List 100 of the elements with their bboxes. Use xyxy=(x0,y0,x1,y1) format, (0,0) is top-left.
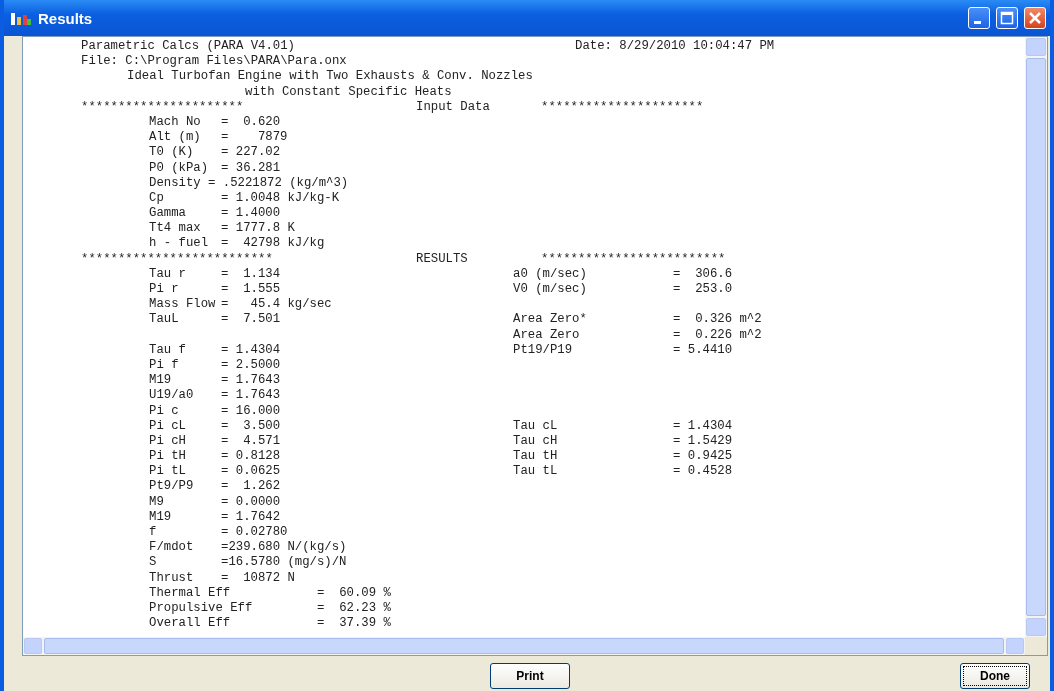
parameter-value: =239.680 N/(kg/s) xyxy=(221,540,347,556)
parameter-value: = 0.326 m^2 xyxy=(673,312,762,328)
dialog-button[interactable]: Print xyxy=(490,663,570,689)
parameter-label: Pi cH xyxy=(149,433,186,450)
parameter-value: = 62.23 % xyxy=(317,600,391,617)
parameter-value: = 4.571 xyxy=(221,433,281,450)
parameter-label: M19 xyxy=(149,373,172,389)
window-title: Results xyxy=(38,9,94,27)
parameter-value: = 3.500 xyxy=(221,418,281,434)
parameter-value: = 1.7642 xyxy=(221,509,281,525)
parameter-value: = 0.9425 xyxy=(673,449,733,465)
parameter-value: = 7.501 xyxy=(221,312,281,328)
star-rule: ************************* xyxy=(541,251,726,267)
parameter-value: = 1.4304 xyxy=(673,418,733,434)
parameter-value: = 306.6 xyxy=(673,266,733,282)
parameter-label: Pi c xyxy=(149,403,179,419)
parameter-value: = 0.8128 xyxy=(221,449,281,465)
parameter-label: Cp xyxy=(149,190,164,207)
minimize-button[interactable] xyxy=(968,7,990,29)
parameter-value: = 1.0048 kJ/kg-K xyxy=(221,190,340,207)
parameter-value: = 42798 kJ/kg xyxy=(221,236,325,252)
parameter-label: Pi tH xyxy=(149,449,186,465)
parameter-label: U19/a0 xyxy=(149,388,194,404)
parameter-value: = 1.7643 xyxy=(221,373,281,389)
horizontal-scrollbar[interactable] xyxy=(23,637,1025,655)
report-heading: Parametric Calcs (PARA V4.01) xyxy=(81,39,295,55)
parameter-label: Thermal Eff xyxy=(149,585,231,601)
parameter-label: Area Zero xyxy=(513,327,580,343)
parameter-value: = 2.5000 xyxy=(221,357,281,374)
parameter-value: = 0.226 m^2 xyxy=(673,327,762,343)
parameter-label: T0 (K) xyxy=(149,145,194,161)
parameter-label: Pi f xyxy=(149,357,179,374)
parameter-label: Pt9/P9 xyxy=(149,479,194,495)
parameter-value: = 1777.8 K xyxy=(221,221,295,237)
parameter-value: = 36.281 xyxy=(221,160,281,176)
parameter-label: Mass Flow xyxy=(149,297,216,313)
parameter-label: a0 (m/sec) xyxy=(513,266,587,282)
parameter-value: = 1.134 xyxy=(221,266,281,282)
parameter-label: Pi cL xyxy=(149,418,186,434)
parameter-value: =16.5780 (mg/s)/N xyxy=(221,555,347,571)
parameter-value: = 0.0000 xyxy=(221,494,281,510)
file-path: File: C:\Program Files\PARA\Para.onx xyxy=(81,54,347,70)
parameter-value: = 0.620 xyxy=(221,114,281,131)
parameter-label: F/mdot xyxy=(149,540,194,556)
parameter-label: Tau cL xyxy=(513,418,558,434)
parameter-value: = 0.4528 xyxy=(673,464,733,480)
parameter-value: = 60.09 % xyxy=(317,585,391,601)
parameter-label: Gamma xyxy=(149,206,186,222)
dialog-button[interactable]: Done xyxy=(960,663,1030,689)
parameter-value: = 227.02 xyxy=(221,145,281,161)
parameter-label: Tau tH xyxy=(513,449,558,465)
star-rule: ************************** xyxy=(81,251,273,267)
parameter-label: Mach No xyxy=(149,114,201,131)
parameter-label: f xyxy=(149,525,157,541)
parameter-label: V0 (m/sec) xyxy=(513,282,587,298)
parameter-value: = 0.0625 xyxy=(221,464,281,480)
parameter-value: = 1.5429 xyxy=(673,433,733,450)
maximize-button[interactable] xyxy=(996,7,1018,29)
parameter-value: = 1.555 xyxy=(221,282,281,298)
parameter-value: = 1.4304 xyxy=(221,342,281,358)
parameter-label: P0 (kPa) xyxy=(149,160,209,176)
star-rule: ********************** xyxy=(541,99,704,115)
parameter-label: M19 xyxy=(149,509,172,525)
report-date: Date: 8/29/2010 10:04:47 PM xyxy=(575,39,775,55)
parameter-label: M9 xyxy=(149,494,164,510)
report-subtitle: with Constant Specific Heats xyxy=(245,84,452,100)
parameter-label: Pi tL xyxy=(149,464,186,480)
star-rule: ********************** xyxy=(81,99,244,115)
close-button[interactable] xyxy=(1024,7,1046,29)
parameter-label: Propulsive Eff xyxy=(149,600,253,617)
parameter-value: = 0.02780 xyxy=(221,525,288,541)
parameter-label: Tt4 max xyxy=(149,221,201,237)
parameter-value: = 1.4000 xyxy=(221,206,281,222)
section-title: Input Data xyxy=(416,99,490,115)
parameter-label: S xyxy=(149,555,157,571)
parameter-value: = 1.262 xyxy=(221,479,281,495)
parameter-label: Alt (m) xyxy=(149,130,201,146)
vertical-scrollbar[interactable] xyxy=(1025,37,1047,637)
parameter-label: Overall Eff xyxy=(149,616,231,632)
parameter-value: = 45.4 kg/sec xyxy=(221,297,332,313)
parameter-label: Thrust xyxy=(149,570,194,586)
parameter-value: = .5221872 (kg/m^3) xyxy=(208,175,349,191)
parameter-value: = 5.4410 xyxy=(673,342,733,358)
parameter-label: Pi r xyxy=(149,282,179,298)
parameter-label: Pt19/P19 xyxy=(513,342,573,358)
parameter-value: = 1.7643 xyxy=(221,388,281,404)
parameter-label: Area Zero* xyxy=(513,312,587,328)
parameter-value: = 253.0 xyxy=(673,282,733,298)
parameter-label: Density xyxy=(149,175,201,191)
section-title: RESULTS xyxy=(416,251,468,267)
parameter-label: Tau r xyxy=(149,266,186,282)
parameter-label: h - fuel xyxy=(149,236,209,252)
report-subtitle: Ideal Turbofan Engine with Two Exhausts & Conv. Nozzles xyxy=(127,69,533,85)
parameter-value: = 7879 xyxy=(221,130,288,146)
parameter-value: = 16.000 xyxy=(221,403,281,419)
scrollbar-corner xyxy=(1025,637,1047,655)
parameter-value: = 10872 N xyxy=(221,570,295,586)
parameter-label: Tau cH xyxy=(513,433,558,450)
parameter-label: Tau tL xyxy=(513,464,558,480)
parameter-label: TauL xyxy=(149,312,179,328)
